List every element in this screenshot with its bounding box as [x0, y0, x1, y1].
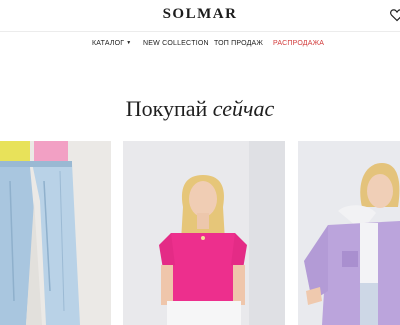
site-header: SOLMAR — [0, 0, 400, 32]
product-card-pink-tshirt[interactable] — [123, 141, 285, 325]
nav-item-top-sales[interactable]: ТОП ПРОДАЖ — [214, 40, 263, 47]
nav-item-catalog[interactable]: КАТАЛОГ ▼ — [92, 40, 131, 47]
site-logo[interactable]: SOLMAR — [0, 6, 400, 23]
main-navigation: КАТАЛОГ ▼ NEW COLLECTION ТОП ПРОДАЖ РАСПР… — [0, 40, 400, 54]
product-image-pink-tshirt — [123, 141, 285, 325]
product-image-lilac-jacket — [298, 141, 400, 325]
nav-item-sale[interactable]: РАСПРОДАЖА — [273, 40, 324, 47]
product-image-jeans — [0, 141, 111, 325]
heart-icon[interactable] — [389, 7, 400, 23]
hero-title-regular: Покупай — [125, 96, 208, 121]
caret-down-icon: ▼ — [126, 40, 132, 46]
nav-item-label: КАТАЛОГ — [92, 40, 125, 47]
product-card-lilac-jacket[interactable] — [298, 141, 400, 325]
hero-title-italic: сейчас — [212, 96, 275, 121]
nav-item-new-collection[interactable]: NEW COLLECTION — [143, 40, 209, 47]
product-card-jeans[interactable] — [0, 141, 111, 325]
hero-heading: Покупай сейчас — [0, 96, 400, 122]
